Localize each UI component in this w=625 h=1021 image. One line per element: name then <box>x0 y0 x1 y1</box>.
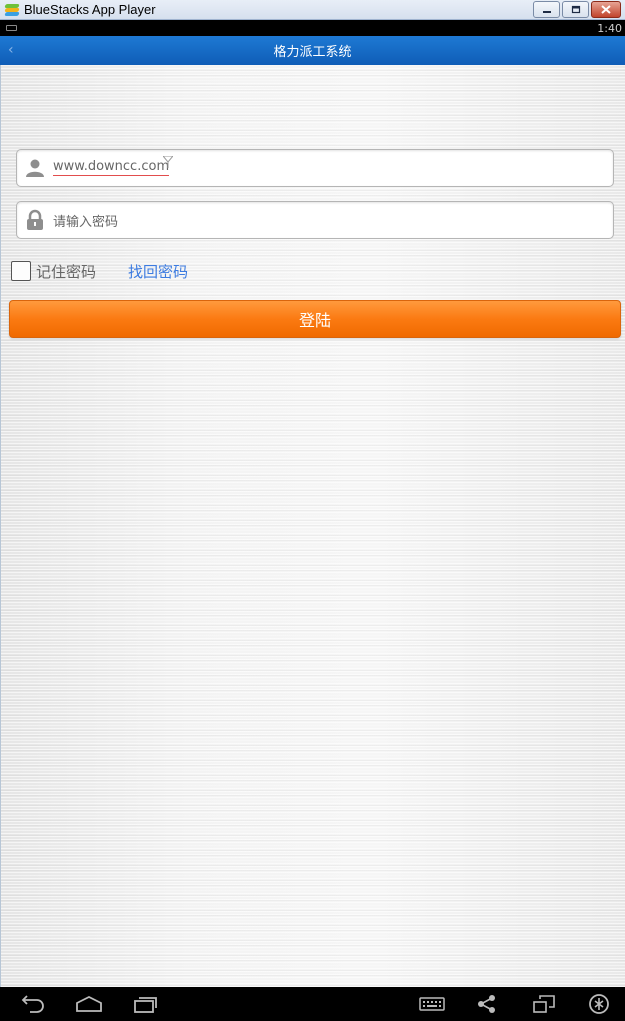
minimize-icon <box>542 10 551 13</box>
settings-icon[interactable] <box>588 994 610 1014</box>
action-bar: ‹ 格力派工系统 <box>0 36 625 65</box>
minimize-button[interactable] <box>533 1 560 18</box>
home-icon[interactable] <box>74 994 104 1014</box>
text-cursor-icon <box>163 156 173 168</box>
bluestacks-logo-icon <box>4 3 20 17</box>
status-bar: 1:40 <box>0 20 625 36</box>
login-screen: www.downcc.com 请输入密码 记住密码 找回密码 登陆 <box>0 65 625 987</box>
close-icon <box>601 5 611 14</box>
user-icon <box>23 156 47 180</box>
remember-password-checkbox[interactable] <box>11 261 31 281</box>
back-button[interactable]: ‹ <box>8 42 22 58</box>
remember-row: 记住密码 找回密码 <box>11 259 188 283</box>
close-button[interactable] <box>591 1 621 18</box>
password-placeholder: 请输入密码 <box>53 214 119 230</box>
back-icon[interactable] <box>20 994 46 1014</box>
restore-button[interactable] <box>562 1 589 18</box>
keyboard-icon[interactable] <box>419 994 445 1014</box>
restore-icon <box>571 5 580 14</box>
password-field[interactable]: 请输入密码 <box>16 201 614 239</box>
username-value: www.downcc.com <box>53 159 170 176</box>
window-icon[interactable] <box>532 994 556 1014</box>
lock-icon <box>23 208 47 232</box>
recent-apps-icon[interactable] <box>132 994 158 1014</box>
username-field[interactable]: www.downcc.com <box>16 149 614 187</box>
keyboard-notification-icon <box>6 25 17 31</box>
share-icon[interactable] <box>476 994 498 1014</box>
login-button[interactable]: 登陆 <box>9 300 621 338</box>
navigation-bar <box>0 987 625 1021</box>
chevron-left-icon: ‹ <box>8 42 14 58</box>
page-title: 格力派工系统 <box>273 45 352 60</box>
remember-password-label: 记住密码 <box>36 262 97 281</box>
window-title: BlueStacks App Player <box>24 2 156 17</box>
window-title-bar: BlueStacks App Player <box>0 0 625 20</box>
forgot-password-link[interactable]: 找回密码 <box>128 261 188 282</box>
window-controls <box>533 1 621 18</box>
status-time: 1:40 <box>597 21 622 35</box>
